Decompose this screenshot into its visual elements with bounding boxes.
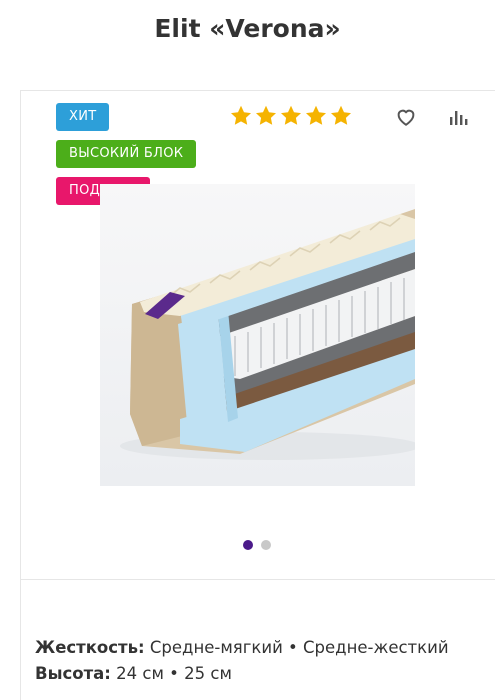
spec-firmness: Жесткость: Средне-мягкий • Средне-жестки… <box>35 637 449 663</box>
favorite-button[interactable] <box>394 105 418 129</box>
star-icon <box>306 105 326 125</box>
pagination-dot[interactable] <box>261 540 271 550</box>
product-specs: Жесткость: Средне-мягкий • Средне-жестки… <box>35 637 449 689</box>
badge-hit: ХИТ <box>56 103 110 131</box>
star-icon <box>256 105 276 125</box>
page-title: Elit «Verona» <box>154 14 341 43</box>
star-icon <box>281 105 301 125</box>
spec-height: Высота: 24 см • 25 см <box>35 663 449 689</box>
spec-label: Высота: <box>35 664 111 683</box>
spec-value: 24 см • 25 см <box>110 664 232 683</box>
divider <box>20 579 495 580</box>
compare-button[interactable] <box>447 105 471 129</box>
spec-value: Средне-мягкий • Средне-жесткий <box>144 638 449 657</box>
pagination-dot-active[interactable] <box>243 540 253 550</box>
heart-icon <box>397 109 415 126</box>
badge-high-block: ВЫСОКИЙ БЛОК <box>56 140 197 168</box>
star-icon <box>231 105 251 125</box>
bar-chart-icon <box>450 111 468 125</box>
rating-stars <box>229 104 353 128</box>
spec-label: Жесткость: <box>35 638 145 657</box>
star-icon <box>331 105 351 125</box>
gallery-pagination <box>243 540 271 550</box>
mattress-illustration <box>100 184 415 486</box>
product-image[interactable] <box>100 184 415 486</box>
